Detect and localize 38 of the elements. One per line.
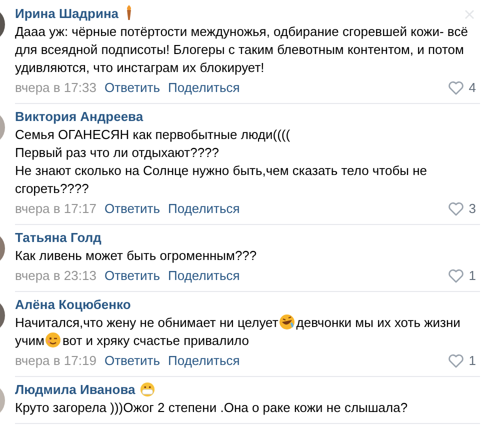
winking-face-icon [45,332,62,348]
comment-text: Не знают сколько на Солнце нужно быть,чем сказать тело чтобы не [15,163,428,178]
torch-icon [124,5,133,21]
like-count: 3 [468,200,476,218]
comment-text: вот и хряку счастье привалило [62,333,249,348]
reply-link[interactable]: Ответить [104,200,160,218]
like-count: 4 [468,79,476,97]
comment-text: девчонки мы их хоть жизни [296,315,460,330]
comment-text: Начитался,что жену не обнимает ни целует [15,315,278,330]
heart-icon[interactable] [448,269,464,283]
reply-link[interactable]: Ответить [104,79,160,97]
reply-link[interactable]: Ответить [104,352,160,370]
heart-icon[interactable] [448,354,464,368]
comment-text: Первый раз что ли отдыхают???? [15,145,220,160]
author-name[interactable]: Виктория Андреева [15,109,144,124]
author-name[interactable]: Алёна Коцюбенко [15,297,131,312]
comment-text: Круто загорела )))Ожог 2 степени .Она о раке кожи не слышала? [15,400,408,415]
comment-text: учим [15,333,44,348]
share-link[interactable]: Поделиться [168,200,240,218]
author-name[interactable]: Людмила Иванова [15,382,136,397]
heart-icon[interactable] [448,202,464,216]
comment-text: для всеядной подписоты! Блогеры с таким блевотным контентом, и потом [15,42,464,57]
share-link[interactable]: Поделиться [168,79,240,97]
mask-face-icon [140,382,156,397]
comment-text: сгореть???? [15,181,89,196]
like-count: 1 [468,267,476,285]
comment-text: Дааа уж: чёрные потёртости междуножья, одбирание сгоревшей кожи- всё [15,24,468,39]
author-name[interactable]: Татьяна Голд [15,230,102,245]
heart-icon[interactable] [448,81,464,95]
share-link[interactable]: Поделиться [168,352,240,370]
comment-text: удивляются, что инстаграм их блокирует! [15,60,264,75]
comment-text: Семья ОГАНЕСЯН как первобытные люди(((( [15,127,290,142]
reply-link[interactable]: Ответить [104,267,160,285]
like-count: 1 [468,352,476,370]
comment-text: Как ливень может быть огроменным??? [15,248,257,263]
share-link[interactable]: Поделиться [168,267,240,285]
author-name[interactable]: Ирина Шадрина [15,6,119,21]
laughing-face-icon [279,314,296,330]
